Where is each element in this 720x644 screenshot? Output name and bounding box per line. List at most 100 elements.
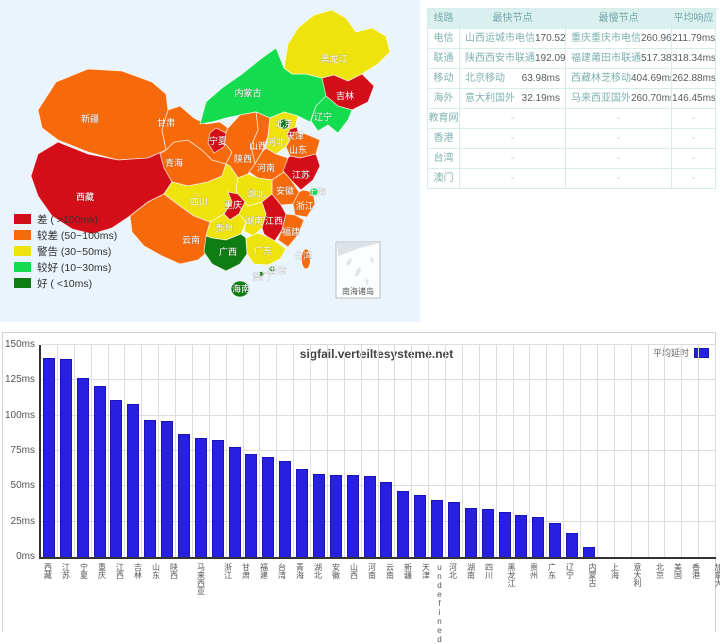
bar-slot xyxy=(649,345,666,557)
bar[interactable] xyxy=(279,461,291,557)
bar[interactable] xyxy=(330,475,342,557)
bar[interactable] xyxy=(262,457,274,557)
bar[interactable] xyxy=(431,500,443,557)
y-axis-label: 25ms xyxy=(5,516,35,527)
node-name: 马来西亚国外 xyxy=(571,89,631,108)
bar[interactable] xyxy=(245,454,257,557)
province-label-guangxi: 广西 xyxy=(219,246,237,257)
province-label-henan: 河南 xyxy=(257,162,275,173)
bar[interactable] xyxy=(549,523,561,557)
bar[interactable] xyxy=(499,512,511,557)
node-latency: 63.98ms xyxy=(522,69,560,88)
bar-slot xyxy=(463,345,480,557)
bar-slot xyxy=(260,345,277,557)
province-label-shanxi: 山西 xyxy=(249,141,267,151)
province-label-hongkong: 香港 xyxy=(268,265,286,276)
bar[interactable] xyxy=(43,358,55,557)
bar-slot xyxy=(682,345,699,557)
bar-slot xyxy=(615,345,632,557)
line-cell: 联通 xyxy=(428,49,460,69)
bar[interactable] xyxy=(195,438,207,557)
china-latency-map: 南海诸岛 新疆西藏青海甘肃内蒙古黑龙江吉林辽宁山西河北北京天津山东陕西宁夏河南江… xyxy=(0,0,420,322)
bar[interactable] xyxy=(296,469,308,557)
bar[interactable] xyxy=(465,508,477,557)
empty-value: - xyxy=(465,169,560,188)
line-cell: 香港 xyxy=(428,129,460,149)
fast-node-cell: - xyxy=(460,129,566,149)
bar[interactable] xyxy=(380,482,392,557)
y-axis-label: 125ms xyxy=(5,374,35,385)
bar[interactable] xyxy=(212,440,224,557)
province-label-hebei: 河北 xyxy=(267,136,285,147)
avg-cell: 262.88ms xyxy=(672,69,716,89)
bar-slot xyxy=(142,345,159,557)
fast-node-cell: 北京移动63.98ms xyxy=(460,69,566,89)
bar[interactable] xyxy=(515,515,527,557)
province-label-ningxia: 宁夏 xyxy=(209,135,227,146)
bar-slot xyxy=(193,345,210,557)
province-heilongjiang[interactable] xyxy=(284,10,390,81)
line-cell: 海外 xyxy=(428,89,460,109)
bar-slot xyxy=(227,345,244,557)
bar-slot xyxy=(345,345,362,557)
bar[interactable] xyxy=(144,420,156,557)
bar[interactable] xyxy=(313,474,325,557)
bar[interactable] xyxy=(482,509,494,557)
empty-value: - xyxy=(571,109,666,128)
slow-node-cell: - xyxy=(566,129,672,149)
bar-slot xyxy=(277,345,294,557)
map-legend-item: 较差 (50~100ms) xyxy=(14,228,117,242)
bar[interactable] xyxy=(397,491,409,557)
bar[interactable] xyxy=(178,434,190,557)
province-label-hunan: 湖南 xyxy=(245,215,263,226)
fast-node-cell: - xyxy=(460,169,566,189)
table-row: 海外意大利国外32.19ms马来西亚国外260.70ms146.45ms xyxy=(428,89,718,109)
bar[interactable] xyxy=(127,404,139,557)
province-label-chongqing: 重庆 xyxy=(224,199,242,210)
table-row: 移动北京移动63.98ms西藏林芝移动404.69ms262.88ms xyxy=(428,69,718,89)
province-label-gansu: 甘肃 xyxy=(157,117,175,128)
bar-slot xyxy=(159,345,176,557)
node-name: 山西运城市电信 xyxy=(465,29,535,48)
latency-test-page: 南海诸岛 新疆西藏青海甘肃内蒙古黑龙江吉林辽宁山西河北北京天津山东陕西宁夏河南江… xyxy=(0,0,720,632)
bar[interactable] xyxy=(566,533,578,557)
legend-label: 差 ( >100ms) xyxy=(37,212,98,227)
bar[interactable] xyxy=(94,386,106,557)
map-legend-item: 较好 (10~30ms) xyxy=(14,260,117,274)
bar[interactable] xyxy=(532,517,544,557)
bar-slot xyxy=(379,345,396,557)
bar[interactable] xyxy=(347,475,359,557)
node-latency: 517.38ms xyxy=(641,49,672,68)
bar-slot xyxy=(244,345,261,557)
y-axis-label: 150ms xyxy=(5,339,35,350)
bar[interactable] xyxy=(110,400,122,557)
bar-slot xyxy=(497,345,514,557)
node-name: 福建莆田市联通 xyxy=(571,49,641,68)
node-latency: 260.96ms xyxy=(641,29,672,48)
bar-slot xyxy=(41,345,58,557)
fast-node-cell: 山西运城市电信170.52ms xyxy=(460,29,566,49)
province-label-jilin: 吉林 xyxy=(336,90,354,101)
bar[interactable] xyxy=(77,378,89,557)
map-legend-item: 警告 (30~50ms) xyxy=(14,244,117,258)
bar[interactable] xyxy=(448,502,460,557)
province-label-neimenggu: 内蒙古 xyxy=(234,87,261,98)
province-label-taiwan: 台湾 xyxy=(294,250,312,261)
bar[interactable] xyxy=(229,447,241,557)
y-axis-label: 100ms xyxy=(5,410,35,421)
map-legend-item: 差 ( >100ms) xyxy=(14,212,117,226)
bar[interactable] xyxy=(60,359,72,557)
empty-value: - xyxy=(571,129,666,148)
bar[interactable] xyxy=(161,421,173,557)
bar-slot xyxy=(311,345,328,557)
column-header: 线路 xyxy=(428,9,460,29)
avg-cell: - xyxy=(672,169,716,189)
bar[interactable] xyxy=(583,547,595,557)
legend-label: 好 ( <10ms) xyxy=(37,276,92,291)
bar-slot xyxy=(429,345,446,557)
map-legend-item: 好 ( <10ms) xyxy=(14,276,117,290)
node-name: 重庆重庆市电信 xyxy=(571,29,641,48)
bar[interactable] xyxy=(414,495,426,557)
bar[interactable] xyxy=(364,476,376,557)
province-label-hainan: 海南 xyxy=(232,283,250,294)
